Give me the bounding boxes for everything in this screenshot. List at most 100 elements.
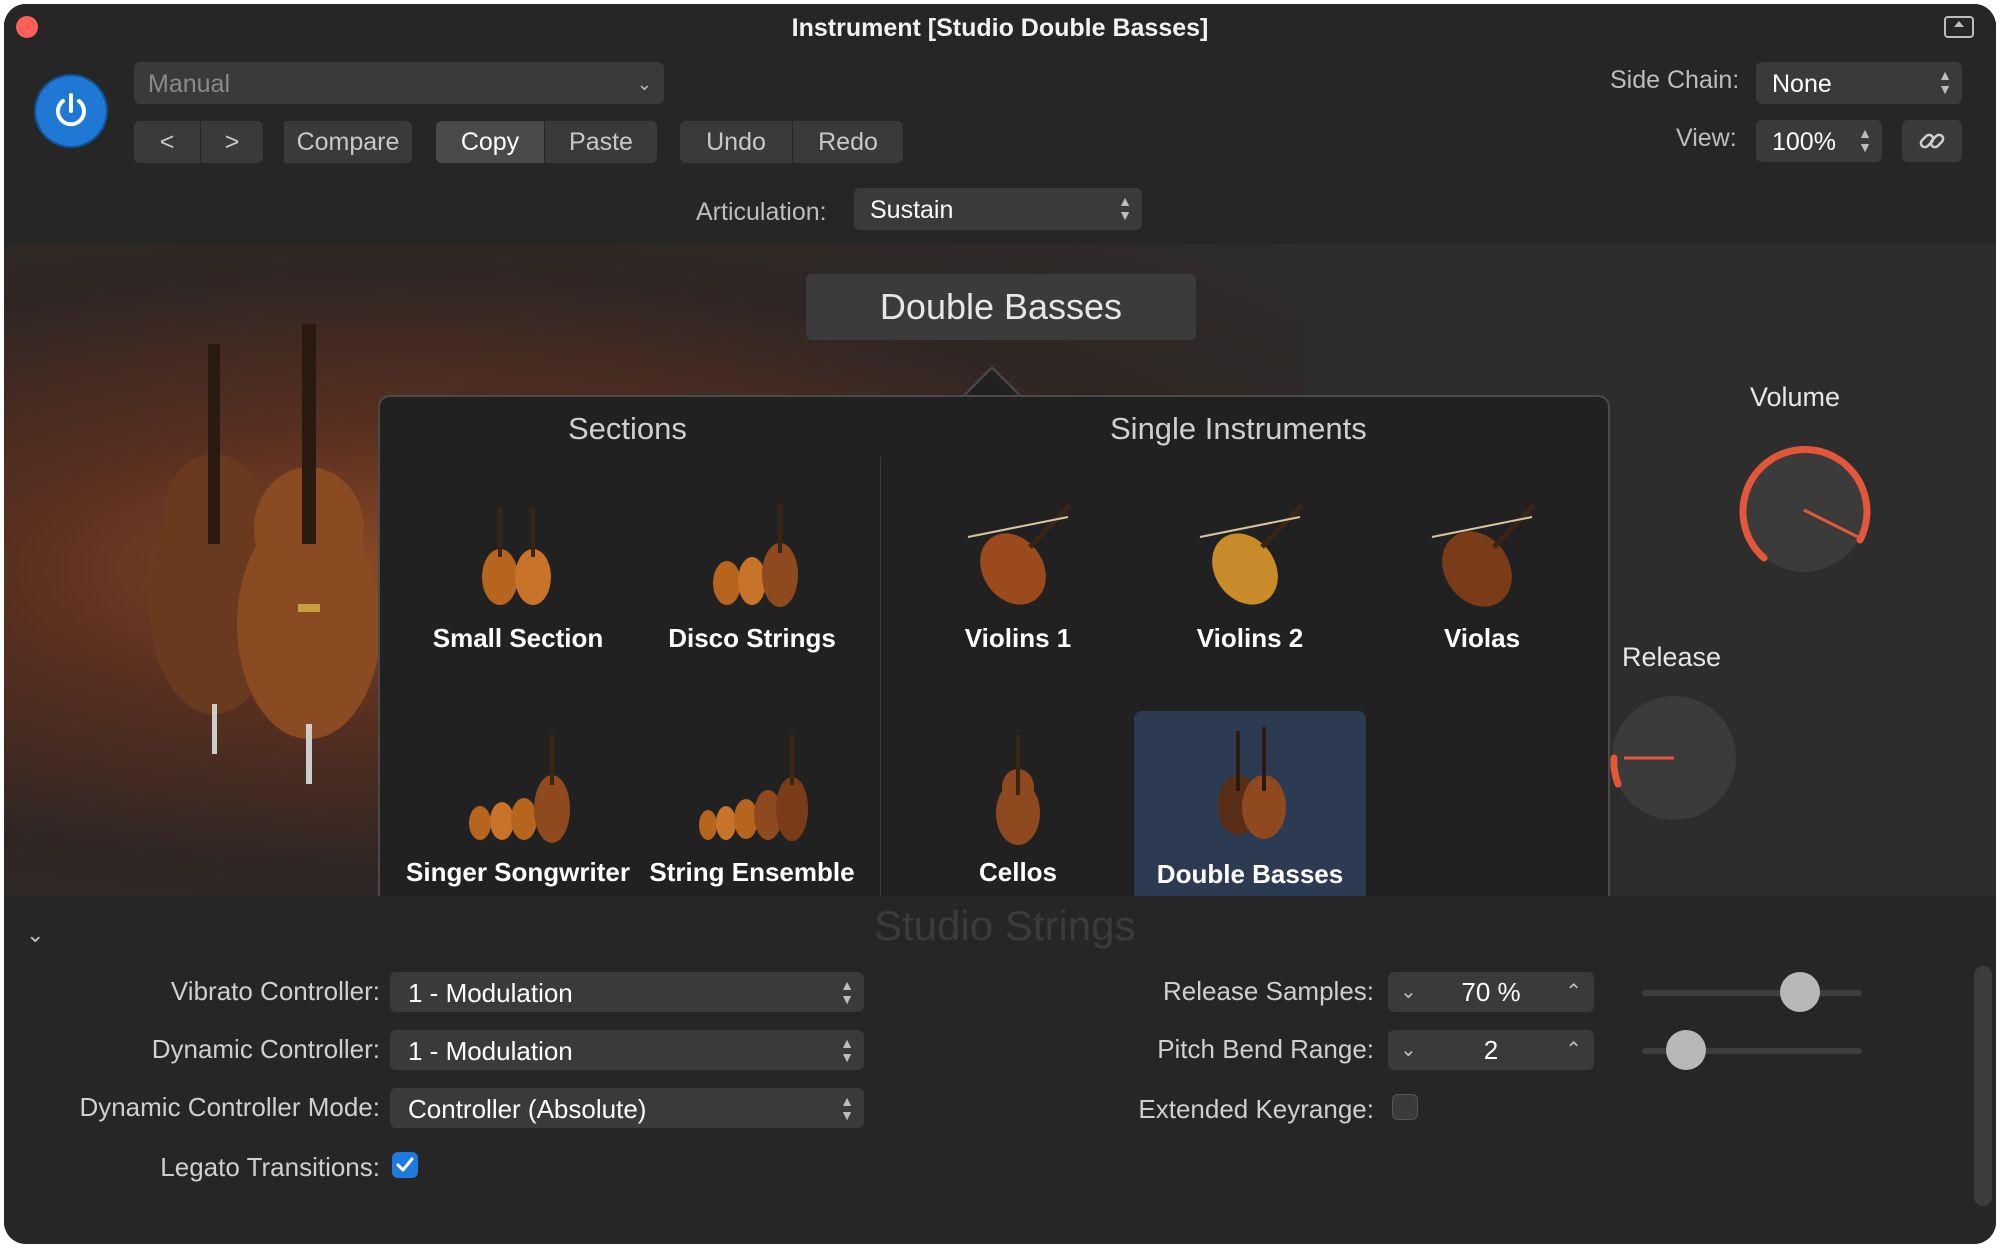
side-chain-label: Side Chain: — [1610, 66, 1740, 94]
violin-duo-icon — [482, 507, 551, 605]
instrument-cellos[interactable]: Cellos — [902, 721, 1134, 913]
release-samples-slider[interactable] — [1642, 990, 1862, 996]
articulation-value: Sustain — [870, 196, 954, 224]
power-icon — [56, 93, 86, 127]
up-down-chevron-icon: ▲ ▼ — [1118, 193, 1132, 223]
link-button[interactable] — [1902, 120, 1962, 162]
view-zoom-select[interactable]: 100% ▲ ▼ — [1756, 120, 1882, 162]
instrument-double-basses-label: Double Basses — [1156, 859, 1344, 889]
instrument-violas-label: Violas — [1443, 623, 1521, 653]
view-label: View: — [1676, 124, 1737, 152]
preset-nav-group: < > — [134, 121, 263, 163]
instrument-selector-button[interactable]: Double Basses — [806, 274, 1196, 340]
extended-keyrange-label: Extended Keyrange: — [1138, 1094, 1374, 1124]
popup-pointer — [962, 366, 1022, 397]
instrument-popup: Sections Single Instruments Small Sectio… — [378, 395, 1610, 935]
release-samples-slider-thumb[interactable] — [1780, 972, 1821, 1012]
previous-preset-button[interactable]: < — [134, 121, 201, 163]
vibrato-controller-label: Vibrato Controller: — [170, 976, 380, 1006]
articulation-select[interactable]: Sustain ▲ ▼ — [854, 188, 1142, 230]
section-singer-songwriter-label: Singer Songwriter — [406, 857, 630, 887]
release-knob[interactable] — [1604, 688, 1744, 828]
instrument-double-basses[interactable]: Double Basses — [1134, 711, 1366, 903]
vibrato-controller-value: 1 - Modulation — [408, 978, 573, 1008]
clipboard-group: Copy Paste — [436, 121, 657, 163]
section-string-ensemble[interactable]: String Ensemble — [636, 721, 868, 913]
detach-window-icon[interactable] — [1944, 16, 1974, 38]
volume-knob[interactable] — [1724, 430, 1884, 590]
legato-transitions-checkbox[interactable] — [392, 1152, 418, 1178]
release-label: Release — [1622, 642, 1722, 672]
dynamic-controller-value: 1 - Modulation — [408, 1036, 573, 1066]
extended-keyrange-checkbox[interactable] — [1392, 1094, 1418, 1120]
up-down-chevron-icon: ▲ ▼ — [1858, 125, 1872, 155]
dynamic-controller-mode-value: Controller (Absolute) — [408, 1094, 647, 1124]
volume-label: Volume — [1750, 382, 1841, 412]
preset-select[interactable]: Manual ⌄ — [134, 62, 664, 104]
studio-strings-label: Studio Strings — [874, 902, 1136, 949]
section-small-section-label: Small Section — [432, 623, 604, 653]
string-quartet-icon — [469, 735, 570, 843]
sections-header: Sections — [568, 411, 687, 446]
section-disco-strings[interactable]: Disco Strings — [636, 487, 868, 679]
instrument-cellos-label: Cellos — [978, 857, 1058, 887]
vibrato-controller-select[interactable]: 1 - Modulation ▲ ▼ — [390, 972, 864, 1012]
copy-button[interactable]: Copy — [436, 121, 545, 163]
viola-icon — [1431, 503, 1536, 607]
legato-transitions-label: Legato Transitions: — [160, 1152, 380, 1182]
chevron-down-icon[interactable]: ⌄ — [1400, 972, 1417, 1012]
up-down-chevron-icon: ▲ ▼ — [840, 1093, 854, 1123]
double-bass-icon — [1218, 727, 1286, 839]
instrument-violins-1[interactable]: Violins 1 — [902, 487, 1134, 679]
pitch-bend-range-slider-thumb[interactable] — [1666, 1030, 1706, 1070]
power-button[interactable] — [34, 74, 108, 148]
vertical-scrollbar[interactable] — [1974, 966, 1992, 1206]
up-down-chevron-icon: ▲ ▼ — [840, 1035, 854, 1065]
pitch-bend-range-stepper[interactable]: ⌄ 2 ⌃ — [1388, 1030, 1594, 1070]
checkmark-icon — [396, 1157, 414, 1172]
compare-button[interactable]: Compare — [284, 121, 412, 163]
undo-button[interactable]: Undo — [680, 121, 793, 163]
next-preset-button[interactable]: > — [201, 121, 263, 163]
redo-button[interactable]: Redo — [793, 121, 903, 163]
chevron-down-icon[interactable]: ⌄ — [26, 922, 44, 948]
release-samples-label: Release Samples: — [1163, 976, 1374, 1006]
section-small-section[interactable]: Small Section — [402, 487, 634, 679]
chevron-down-icon: ⌄ — [636, 74, 652, 94]
dynamic-controller-select[interactable]: 1 - Modulation ▲ ▼ — [390, 1030, 864, 1070]
chevron-up-icon[interactable]: ⌃ — [1565, 1030, 1582, 1070]
instrument-violas[interactable]: Violas — [1366, 487, 1598, 679]
instrument-violins-2-label: Violins 2 — [1196, 623, 1304, 653]
dynamic-controller-label: Dynamic Controller: — [151, 1034, 380, 1064]
compare-group: Compare — [284, 121, 412, 163]
view-zoom-value: 100% — [1772, 128, 1836, 156]
violin-trio-icon — [713, 503, 798, 607]
chevron-down-icon[interactable]: ⌄ — [1400, 1030, 1417, 1070]
paste-button[interactable]: Paste — [545, 121, 657, 163]
instrument-violins-2[interactable]: Violins 2 — [1134, 487, 1366, 679]
preset-value: Manual — [148, 70, 230, 98]
chevron-up-icon[interactable]: ⌃ — [1565, 972, 1582, 1012]
section-string-ensemble-label: String Ensemble — [649, 857, 855, 887]
link-icon — [1919, 133, 1945, 149]
articulation-label: Articulation: — [696, 198, 827, 226]
plugin-window: Instrument [Studio Double Basses] Manual… — [4, 4, 1996, 1244]
instrument-violins-1-label: Violins 1 — [964, 623, 1072, 653]
side-chain-select[interactable]: None ▲ ▼ — [1756, 62, 1962, 104]
dynamic-controller-mode-select[interactable]: Controller (Absolute) ▲ ▼ — [390, 1088, 864, 1128]
section-singer-songwriter[interactable]: Singer Songwriter — [402, 721, 634, 913]
single-instruments-header: Single Instruments — [1110, 411, 1367, 446]
violin-icon — [967, 503, 1072, 605]
header-bar: Instrument [Studio Double Basses] Manual… — [4, 4, 1996, 244]
release-samples-stepper[interactable]: ⌄ 70 % ⌃ — [1388, 972, 1594, 1012]
pitch-bend-range-value: 2 — [1483, 1035, 1499, 1065]
string-ensemble-icon — [699, 735, 808, 841]
extended-parameters: ⌄ Studio Strings Vibrato Controller: 1 -… — [4, 896, 1996, 1244]
pitch-bend-range-label: Pitch Bend Range: — [1157, 1034, 1374, 1064]
section-disco-strings-label: Disco Strings — [668, 623, 836, 653]
up-down-chevron-icon: ▲ ▼ — [840, 977, 854, 1007]
dynamic-controller-mode-label: Dynamic Controller Mode: — [79, 1092, 380, 1122]
violin-icon — [1199, 503, 1304, 605]
release-samples-value: 70 % — [1461, 977, 1521, 1007]
history-group: Undo Redo — [680, 121, 903, 163]
